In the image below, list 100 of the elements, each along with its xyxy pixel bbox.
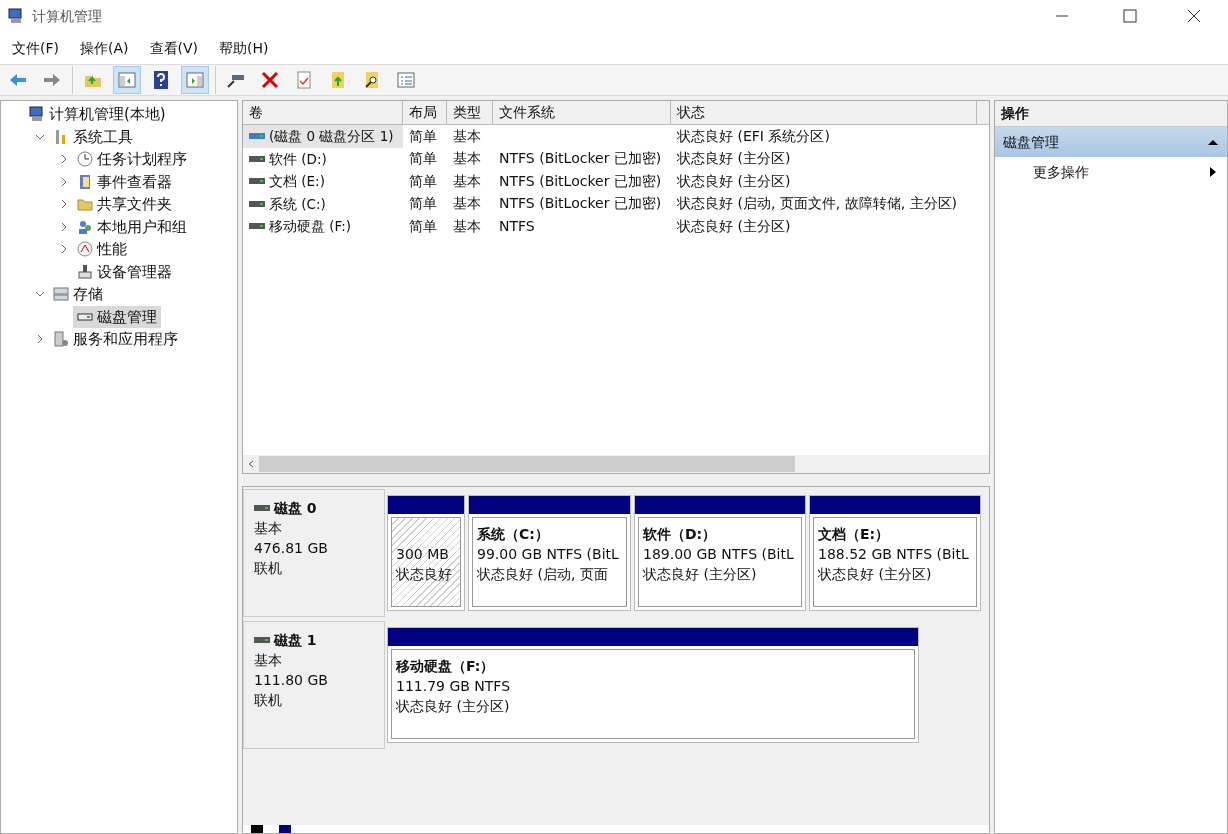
tree-item[interactable]: 共享文件夹 [73,193,176,216]
tree-item[interactable]: 存储 [49,283,107,306]
column-header[interactable]: 卷 [243,101,403,125]
folder-icon [77,196,93,213]
delete-icon [260,70,280,90]
partition-status: 状态良好 (启动, 页面 [477,565,609,584]
checklist-icon [396,70,416,90]
table-cell-text: 软件 (D:) [269,149,327,169]
disk-type: 基本 [254,651,283,670]
table-cell-text: 基本 [453,126,481,146]
computer-icon [29,106,45,123]
disk-status: 联机 [254,691,283,710]
table-cell-text: 基本 [453,216,481,236]
actions-header: 操作 [995,101,1227,127]
partition-block[interactable]: 软件（D:） 189.00 GB NTFS (BitL 状态良好 (主分区) [634,495,806,611]
help-icon [151,70,171,90]
column-header[interactable]: 状态 [671,101,977,125]
table-cell-text: NTFS (BitLocker 已加密) [499,149,662,169]
pane-left-icon [117,70,137,90]
computer-icon [8,8,24,24]
window-title: 计算机管理 [32,6,102,26]
maximize-icon[interactable] [1122,8,1138,24]
partition-status: 状态良好 (主分区) [643,565,758,584]
tree-item[interactable]: 服务和应用程序 [49,328,182,351]
disk-info-panel[interactable]: 磁盘 0 基本 476.81 GB 联机 [243,489,385,617]
table-cell-text: NTFS (BitLocker 已加密) [499,171,662,191]
table-cell-text: 简单 [409,216,437,236]
disk-name: 磁盘 1 [274,631,317,650]
partition-name: 软件（D:） [643,525,718,544]
partition-size: 99.00 GB NTFS (BitL [477,545,620,564]
table-cell-text: 状态良好 (主分区) [677,216,791,236]
partition-status: 状态良好 (主分区) [396,697,511,716]
tree-item[interactable]: 设备管理器 [73,260,176,283]
column-header[interactable]: 布局 [403,101,447,125]
scroll-left-icon[interactable] [247,460,255,468]
partition-size: 189.00 GB NTFS (BitL [643,545,795,564]
horizontal-scrollbar[interactable] [243,455,989,473]
partition-block[interactable]: 移动硬盘（F:） 111.79 GB NTFS 状态良好 (主分区) [387,627,919,743]
table-cell-text: 简单 [409,194,437,214]
table-cell-text: 简单 [409,171,437,191]
table-cell-text: 基本 [453,194,481,214]
storage-icon [53,286,69,303]
table-cell-text: 移动硬盘 (F:) [269,217,352,237]
disk-drive-icon [254,502,270,514]
column-header[interactable]: 文件系统 [493,101,671,125]
gauge-icon [77,241,93,258]
volume-cell[interactable]: 软件 (D:) [243,147,403,170]
tree-item[interactable]: 磁盘管理 [73,305,161,328]
table-cell-text: 基本 [453,171,481,191]
volume-cell[interactable]: 系统 (C:) [243,192,403,215]
disk-size: 111.80 GB [254,671,329,690]
clock-icon [77,151,93,168]
tree-item[interactable]: 本地用户和组 [73,215,191,238]
disk-drive-icon [254,634,270,646]
table-cell-text: 简单 [409,126,437,146]
disk-size: 476.81 GB [254,539,329,558]
table-cell-text: 状态良好 (主分区) [677,149,791,169]
volume-cell[interactable]: (磁盘 0 磁盘分区 1) [243,125,403,148]
menu-item[interactable]: 操作(A) [72,37,137,59]
log-book-icon [77,173,93,190]
table-cell-text: 基本 [453,149,481,169]
tree-item[interactable]: 计算机管理(本地) [25,103,170,126]
partition-name: 移动硬盘（F:） [396,657,496,676]
tree-item[interactable]: 事件查看器 [73,170,176,193]
table-cell-text: 状态良好 (启动, 页面文件, 故障转储, 主分区) [677,194,958,214]
partition-name: 文档（E:） [818,525,891,544]
users-icon [77,218,93,235]
table-cell-text: 状态良好 (主分区) [677,171,791,191]
table-cell-text: (磁盘 0 磁盘分区 1) [269,127,394,147]
checked-page-icon [294,70,314,90]
disk-status: 联机 [254,559,283,578]
action-item[interactable]: 更多操作 [995,157,1227,187]
tree-item[interactable]: 性能 [73,238,131,261]
volume-cell[interactable]: 文档 (E:) [243,170,403,193]
menu-item[interactable]: 查看(V) [141,37,206,59]
menu-item[interactable]: 帮助(H) [211,37,277,59]
partition-size: 300 MB [396,545,450,564]
partition-status: 状态良好 [396,565,453,584]
disk-info-panel[interactable]: 磁盘 1 基本 111.80 GB 联机 [243,621,385,749]
pane-right-icon [185,70,205,90]
device-icon [77,263,93,280]
column-header[interactable]: 类型 [447,101,493,125]
partition-block[interactable]: 文档（E:） 188.52 GB NTFS (BitL 状态良好 (主分区) [809,495,981,611]
partition-block[interactable]: 系统（C:） 99.00 GB NTFS (BitL 状态良好 (启动, 页面 [468,495,631,611]
close-icon[interactable] [1186,8,1202,24]
table-cell-text: 系统 (C:) [269,194,326,214]
volume-cell[interactable]: 移动硬盘 (F:) [243,215,403,238]
table-cell-text: 状态良好 (EFI 系统分区) [677,126,830,146]
table-cell-text: NTFS [499,216,535,236]
actions-section[interactable]: 磁盘管理 [995,127,1227,157]
tree-item[interactable]: 任务计划程序 [73,148,191,171]
disk-name: 磁盘 0 [274,499,317,518]
tree-item[interactable]: 系统工具 [49,125,137,148]
partition-name: 系统（C:） [477,525,550,544]
menu-item[interactable]: 文件(F) [4,37,67,59]
table-cell-text: 简单 [409,149,437,169]
table-cell-text: 文档 (E:) [269,172,325,192]
partition-size: 111.79 GB NTFS [396,677,512,696]
partition-block[interactable]: 300 MB 状态良好 [387,495,465,611]
disk-type: 基本 [254,519,283,538]
